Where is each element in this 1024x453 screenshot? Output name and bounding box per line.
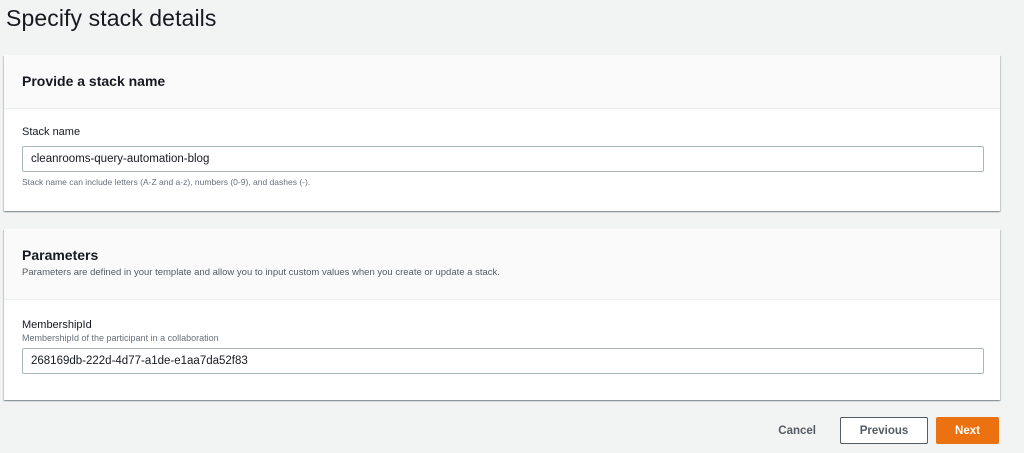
parameters-panel: Parameters Parameters are defined in you… [4, 229, 1000, 400]
stack-name-heading: Provide a stack name [22, 73, 166, 89]
stack-name-hint: Stack name can include letters (A-Z and … [22, 177, 311, 187]
form-actions: Cancel Previous Next [758, 417, 999, 444]
parameters-heading: Parameters [22, 247, 99, 263]
parameters-panel-body: MembershipId MembershipId of the partici… [4, 300, 1000, 374]
parameters-panel-header: Parameters Parameters are defined in you… [4, 229, 1000, 300]
next-button[interactable]: Next [936, 417, 999, 444]
stack-name-panel-header: Provide a stack name [4, 55, 1000, 109]
membership-id-description: MembershipId of the participant in a col… [22, 333, 219, 343]
page-title: Specify stack details [6, 5, 217, 31]
stack-name-label: Stack name [22, 126, 81, 138]
stack-name-panel-body: Stack name Stack name can include letter… [4, 109, 1000, 187]
membership-id-input[interactable] [22, 348, 984, 374]
membership-id-label: MembershipId [22, 319, 92, 331]
stack-name-input[interactable] [22, 146, 984, 172]
stack-name-panel: Provide a stack name Stack name Stack na… [4, 55, 1000, 211]
page: Specify stack details Provide a stack na… [0, 0, 1024, 453]
previous-button[interactable]: Previous [840, 417, 928, 444]
cancel-button[interactable]: Cancel [758, 417, 836, 444]
parameters-description: Parameters are defined in your template … [22, 267, 500, 278]
